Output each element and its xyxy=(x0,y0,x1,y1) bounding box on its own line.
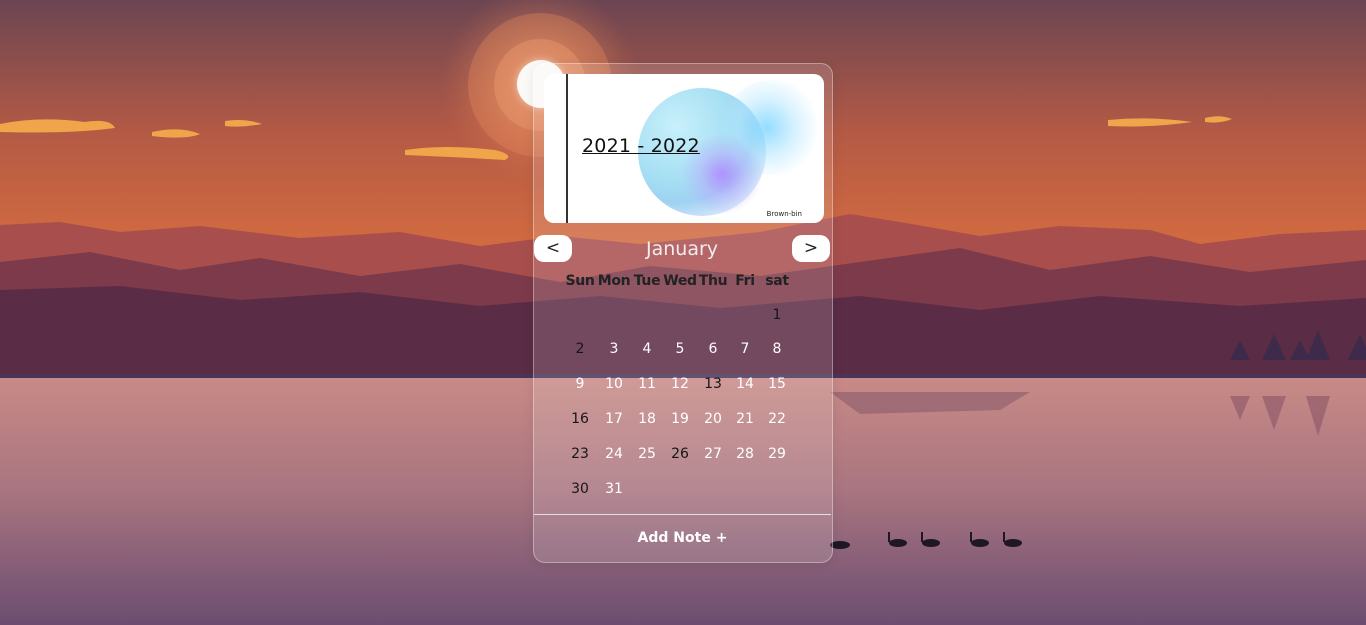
day-cell[interactable]: 28 xyxy=(728,446,762,462)
day-cell[interactable]: 4 xyxy=(630,341,664,357)
weekday-label: Thu xyxy=(698,273,728,289)
year-range-title: 2021 - 2022 xyxy=(582,135,700,157)
day-cell[interactable]: 6 xyxy=(696,341,730,357)
day-cell[interactable]: 19 xyxy=(663,411,697,427)
day-cell[interactable]: 21 xyxy=(728,411,762,427)
day-cell[interactable]: 20 xyxy=(696,411,730,427)
day-cell[interactable]: 10 xyxy=(597,376,631,392)
month-title: January xyxy=(645,238,719,260)
weekday-label: Mon xyxy=(597,273,631,289)
day-cell[interactable]: 12 xyxy=(663,376,697,392)
day-cell[interactable]: 11 xyxy=(630,376,664,392)
weekday-label: Fri xyxy=(735,273,755,289)
year-banner: 2021 - 2022 Brown-bin xyxy=(544,74,824,223)
next-month-button[interactable]: > xyxy=(792,235,830,262)
day-cell[interactable]: 1 xyxy=(760,307,794,323)
day-cell[interactable]: 30 xyxy=(563,481,597,497)
weekday-label: Wed xyxy=(663,273,697,289)
day-cell[interactable]: 25 xyxy=(630,446,664,462)
day-cell[interactable]: 17 xyxy=(597,411,631,427)
weekday-label: sat xyxy=(765,273,789,289)
weekday-label: Tue xyxy=(633,273,661,289)
day-cell[interactable]: 16 xyxy=(563,411,597,427)
day-cell[interactable]: 23 xyxy=(563,446,597,462)
footer-divider xyxy=(534,514,831,515)
day-cell[interactable]: 29 xyxy=(760,446,794,462)
day-cell[interactable]: 8 xyxy=(760,341,794,357)
day-cell[interactable]: 22 xyxy=(760,411,794,427)
day-cell[interactable]: 5 xyxy=(663,341,697,357)
day-cell[interactable]: 31 xyxy=(597,481,631,497)
banner-divider-line xyxy=(566,74,568,223)
day-cell[interactable]: 7 xyxy=(728,341,762,357)
day-cell[interactable]: 27 xyxy=(696,446,730,462)
day-cell[interactable]: 3 xyxy=(597,341,631,357)
day-cell[interactable]: 13 xyxy=(696,376,730,392)
day-cell[interactable]: 24 xyxy=(597,446,631,462)
day-cell[interactable]: 18 xyxy=(630,411,664,427)
weekday-label: Sun xyxy=(565,273,595,289)
author-credit: Brown-bin xyxy=(766,210,802,218)
day-cell[interactable]: 9 xyxy=(563,376,597,392)
day-cell[interactable]: 26 xyxy=(663,446,697,462)
day-cell[interactable]: 2 xyxy=(563,341,597,357)
prev-month-button[interactable]: < xyxy=(534,235,572,262)
day-cell[interactable]: 14 xyxy=(728,376,762,392)
day-cell[interactable]: 15 xyxy=(760,376,794,392)
add-note-button[interactable]: Add Note + xyxy=(534,530,831,546)
